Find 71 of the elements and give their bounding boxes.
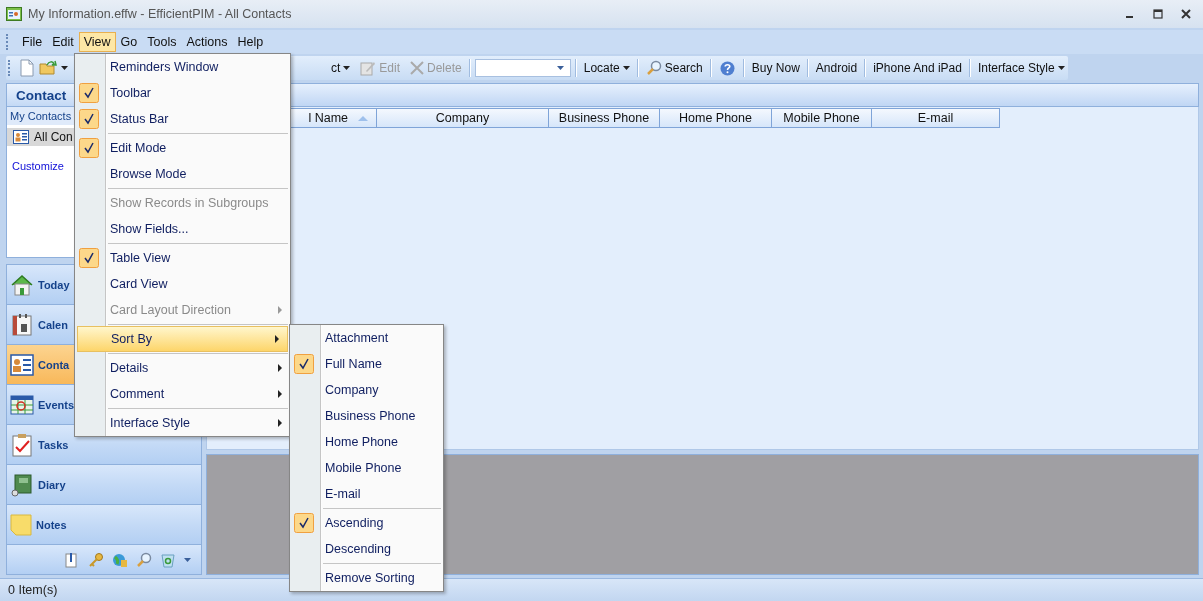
toolbar-button[interactable]: Buy Now bbox=[748, 59, 803, 77]
caret-icon[interactable] bbox=[61, 66, 68, 70]
menu-item[interactable]: Actions bbox=[181, 32, 233, 52]
toolbar-button[interactable]: iPhone And iPad bbox=[870, 59, 965, 77]
sticky-note-icon bbox=[10, 513, 32, 536]
menu-entry[interactable]: E-mail bbox=[290, 481, 443, 507]
menu-item[interactable]: File bbox=[17, 32, 48, 52]
menu-entry[interactable]: Table View bbox=[75, 245, 290, 271]
window-title: My Information.effw - EfficientPIM - All Contacts bbox=[28, 7, 292, 21]
menu-entry[interactable]: Business Phone bbox=[290, 403, 443, 429]
globe-icon[interactable] bbox=[112, 551, 128, 568]
key-icon[interactable] bbox=[88, 551, 104, 568]
contact-card-icon bbox=[13, 130, 29, 144]
menu-entry[interactable]: Toolbar bbox=[75, 80, 290, 106]
menu-entry[interactable]: Browse Mode bbox=[75, 161, 290, 187]
caret-icon bbox=[622, 66, 630, 70]
status-text: 0 Item(s) bbox=[8, 583, 58, 597]
search-icon bbox=[645, 60, 662, 76]
locate-button[interactable]: Locate bbox=[580, 59, 633, 77]
menu-item[interactable]: Go bbox=[115, 32, 143, 52]
house-icon bbox=[10, 272, 34, 297]
menu-item[interactable]: Help bbox=[232, 32, 269, 52]
grid-icon bbox=[10, 393, 34, 416]
menu-entry[interactable]: Sort By bbox=[77, 326, 288, 352]
column-header[interactable]: Company bbox=[377, 108, 549, 128]
nav-button[interactable]: Notes bbox=[7, 505, 201, 545]
menu-entry[interactable]: Ascending bbox=[290, 510, 443, 536]
menu-entry[interactable]: Company bbox=[290, 377, 443, 403]
column-header[interactable]: Mobile Phone bbox=[772, 108, 872, 128]
nav-button[interactable]: Diary bbox=[7, 465, 201, 505]
clipboard-icon bbox=[10, 432, 34, 457]
customize-link[interactable]: Customize bbox=[12, 160, 64, 172]
menu-entry[interactable]: Mobile Phone bbox=[290, 455, 443, 481]
menu-entry[interactable]: Attachment bbox=[290, 325, 443, 351]
menu-item[interactable]: Edit bbox=[47, 32, 79, 52]
search-button[interactable]: Search bbox=[642, 58, 706, 78]
column-header[interactable]: Business Phone bbox=[549, 108, 660, 128]
column-header[interactable]: Home Phone bbox=[660, 108, 772, 128]
menu-item[interactable]: View bbox=[78, 32, 116, 52]
calendar-icon bbox=[10, 312, 34, 337]
menu-entry[interactable]: Details bbox=[75, 355, 290, 381]
cross-icon bbox=[410, 61, 425, 75]
close-icon[interactable] bbox=[1181, 9, 1191, 19]
menu-entry[interactable]: Comment bbox=[75, 381, 290, 407]
contact-button[interactable]: ct bbox=[328, 59, 354, 77]
book-icon bbox=[10, 472, 34, 497]
app-icon bbox=[6, 6, 22, 22]
contact-card-icon bbox=[10, 353, 34, 376]
menu-entry[interactable]: Remove Sorting bbox=[290, 565, 443, 591]
attachment-icon[interactable] bbox=[64, 551, 80, 568]
menu-entry[interactable]: Descending bbox=[290, 536, 443, 562]
caret-icon bbox=[343, 66, 351, 70]
menu-entry[interactable]: Card View bbox=[75, 271, 290, 297]
new-document-icon[interactable] bbox=[19, 59, 35, 77]
menu-entry[interactable]: Home Phone bbox=[290, 429, 443, 455]
maximize-icon[interactable] bbox=[1153, 9, 1163, 19]
caret-icon bbox=[556, 66, 564, 70]
toolbar-button[interactable]: Android bbox=[812, 59, 861, 77]
menu-item[interactable]: Tools bbox=[142, 32, 182, 52]
search-icon[interactable] bbox=[136, 551, 152, 568]
help-icon[interactable] bbox=[719, 60, 735, 76]
interface-style-button[interactable]: Interface Style bbox=[974, 59, 1068, 77]
menu-entry[interactable]: Edit Mode bbox=[75, 135, 290, 161]
caret-icon bbox=[1057, 66, 1065, 70]
menu-entry[interactable]: Full Name bbox=[290, 351, 443, 377]
column-header[interactable]: E-mail bbox=[872, 108, 1000, 128]
recycle-bin-icon[interactable] bbox=[160, 551, 176, 568]
menu-entry[interactable]: Show Fields... bbox=[75, 216, 290, 242]
pane-title: Contact bbox=[16, 87, 67, 103]
menu-entry[interactable]: Reminders Window bbox=[75, 54, 290, 80]
pencil-icon bbox=[360, 60, 377, 76]
